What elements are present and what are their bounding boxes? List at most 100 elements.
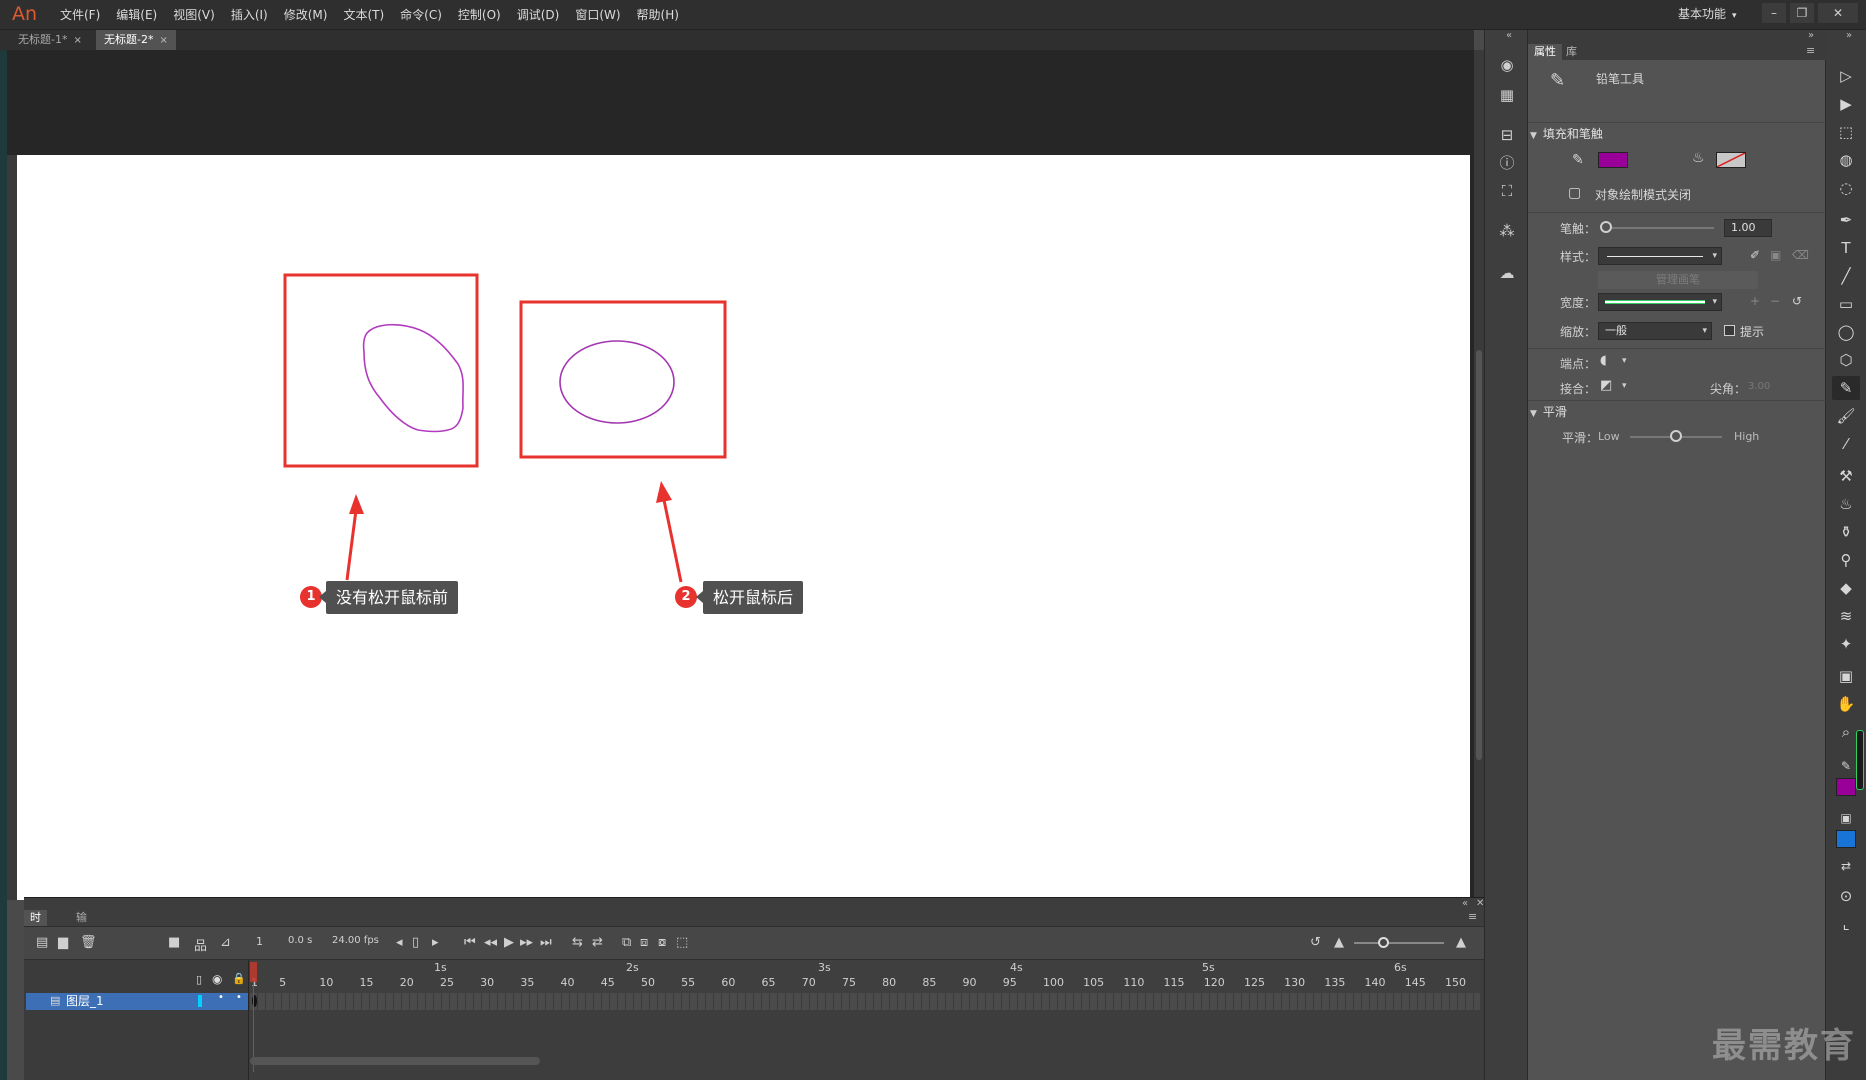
swap-colors-icon[interactable]: ⇄ <box>1832 854 1860 878</box>
center-frame-icon[interactable]: ⇄ <box>592 935 603 950</box>
visible-dot-icon[interactable]: • <box>218 992 224 1003</box>
paint-brush-tool-icon[interactable]: 🖌 <box>1832 404 1860 428</box>
selection-tool-icon[interactable]: ▷ <box>1832 64 1860 88</box>
manage-brush-button[interactable]: 管理画笔 <box>1598 271 1758 289</box>
transform-icon[interactable]: ⛶ <box>1494 180 1520 202</box>
new-layer-icon[interactable]: ▤ <box>36 935 48 950</box>
tab-library[interactable]: 库 <box>1560 44 1583 60</box>
text-tool-icon[interactable]: T <box>1832 236 1860 260</box>
fill-color-swatch[interactable] <box>1716 152 1746 168</box>
3d-rotation-tool-icon[interactable]: ◍ <box>1832 148 1860 172</box>
cap-round-icon[interactable]: ◖ <box>1600 353 1607 368</box>
reset-icon[interactable]: ↺ <box>1792 294 1802 308</box>
hint-checkbox[interactable] <box>1724 325 1735 336</box>
onion-skin-icon[interactable]: ⧉ <box>622 935 631 950</box>
components-icon[interactable]: ⁂ <box>1494 220 1520 242</box>
modify-markers-icon[interactable]: ⬚ <box>676 935 688 950</box>
play-icon[interactable]: ▶ <box>504 935 514 950</box>
polystar-tool-icon[interactable]: ⬡ <box>1832 348 1860 372</box>
lasso-tool-icon[interactable]: ◌ <box>1832 176 1860 200</box>
tool-stroke-color-swatch[interactable] <box>1836 778 1856 796</box>
add-width-icon[interactable]: + <box>1750 294 1760 308</box>
smooth-slider-knob[interactable] <box>1670 430 1682 442</box>
zoom-in-icon[interactable]: ▲ <box>1456 935 1466 950</box>
style-dropdown[interactable]: ▾ <box>1598 247 1722 265</box>
frame-cells[interactable] <box>250 993 1480 1010</box>
outline-toggle-icon[interactable]: ▯ <box>196 973 202 986</box>
tool-fill-color-swatch[interactable] <box>1836 830 1856 848</box>
hand-tool-icon[interactable]: ✋ <box>1832 692 1860 716</box>
pencil-tool-icon[interactable]: ✎ <box>1832 376 1860 400</box>
color-palette-icon[interactable]: ◉ <box>1494 54 1520 76</box>
go-to-first-icon[interactable]: ⏮ <box>464 935 476 950</box>
section-smooth[interactable]: ▼ 平滑 <box>1530 403 1567 420</box>
lock-icon[interactable]: 🔒 <box>232 972 246 985</box>
trash-icon[interactable]: ⌫ <box>1792 248 1809 262</box>
go-to-last-icon[interactable]: ⏭ <box>540 935 552 950</box>
ink-bottle-tool-icon[interactable]: ⚱ <box>1832 520 1860 544</box>
join-round-icon[interactable]: ◩ <box>1600 378 1612 393</box>
edit-stroke-icon[interactable]: ✐ <box>1750 248 1760 262</box>
collapse-icon[interactable]: « <box>1462 898 1468 909</box>
delete-layer-icon[interactable]: 🗑 <box>80 935 97 950</box>
snap-to-objects-icon[interactable]: ⊙ <box>1832 884 1860 908</box>
eye-icon[interactable]: ◉ <box>212 972 222 986</box>
width-profile-dropdown[interactable]: ▾ <box>1598 293 1722 311</box>
swatches-icon[interactable]: ▦ <box>1494 84 1520 106</box>
oval-tool-icon[interactable]: ◯ <box>1832 320 1860 344</box>
next-keyframe-icon[interactable]: ▸ <box>432 935 439 950</box>
object-draw-icon[interactable]: ▢ <box>1568 185 1581 201</box>
section-fill-stroke[interactable]: ▼ 填充和笔触 <box>1530 125 1603 142</box>
remove-width-icon[interactable]: − <box>1770 294 1780 308</box>
stroke-value-field[interactable]: 1.00 <box>1724 219 1772 237</box>
tab-output[interactable]: 输出 <box>70 910 93 940</box>
tab-properties[interactable]: 属性 <box>1528 44 1562 60</box>
chevron-down-icon[interactable]: ▾ <box>1622 356 1627 366</box>
edit-multiple-icon[interactable]: ⧇ <box>658 935 666 950</box>
chevron-down-icon[interactable]: ▾ <box>1622 381 1627 391</box>
stroke-slider-knob[interactable] <box>1600 221 1612 233</box>
lock-dot-icon[interactable]: • <box>236 992 242 1003</box>
info-icon[interactable]: ⓘ <box>1494 152 1520 174</box>
undo-icon[interactable]: ↺ <box>1310 935 1321 950</box>
line-tool-icon[interactable]: ╱ <box>1832 264 1860 288</box>
playhead[interactable] <box>250 962 257 982</box>
camera-tool-icon[interactable]: ▣ <box>1832 664 1860 688</box>
asset-warp-tool-icon[interactable]: ✦ <box>1832 632 1860 656</box>
keyframe-icon[interactable]: ▯ <box>412 935 419 950</box>
expand-icon[interactable]: » <box>1808 30 1814 41</box>
align-icon[interactable]: ⊟ <box>1494 124 1520 146</box>
bone-tool-icon[interactable]: ⚒ <box>1832 464 1860 488</box>
eyedropper-tool-icon[interactable]: ⚲ <box>1832 548 1860 572</box>
expand-icon[interactable]: » <box>1846 30 1852 41</box>
cc-libraries-icon[interactable]: ☁ <box>1494 262 1520 284</box>
brush-library-icon[interactable]: ▣ <box>1770 248 1781 262</box>
stroke-slider-track[interactable] <box>1606 227 1714 229</box>
zoom-out-icon[interactable]: ▲ <box>1334 935 1344 950</box>
free-transform-tool-icon[interactable]: ⬚ <box>1832 120 1860 144</box>
tab-timeline[interactable]: 时间轴 <box>24 910 47 956</box>
width-tool-icon[interactable]: ≋ <box>1832 604 1860 628</box>
rectangle-tool-icon[interactable]: ▭ <box>1832 292 1860 316</box>
layer-parenting-icon[interactable]: 品 <box>194 935 207 954</box>
pen-tool-icon[interactable]: ✒ <box>1832 208 1860 232</box>
current-time[interactable]: 0.0 s <box>288 935 312 946</box>
new-folder-icon[interactable]: ▆ <box>58 935 68 950</box>
tools-scroll-indicator[interactable] <box>1856 730 1864 790</box>
smooth-option-icon[interactable]: ⌞ <box>1832 912 1860 936</box>
graph-icon[interactable]: ⊿ <box>220 935 231 950</box>
miter-value[interactable]: 3.00 <box>1748 381 1770 392</box>
timeline-horizontal-scrollbar[interactable] <box>250 1057 540 1065</box>
timeline-zoom-knob[interactable] <box>1378 937 1389 948</box>
panel-menu-icon[interactable]: ≡ <box>1806 44 1815 57</box>
frame-rate[interactable]: 24.00 fps <box>332 935 379 946</box>
camera-icon[interactable]: ■ <box>168 935 180 950</box>
eraser-tool-icon[interactable]: ◆ <box>1832 576 1860 600</box>
collapse-icon[interactable]: « <box>1506 30 1512 41</box>
close-icon[interactable]: ✕ <box>1476 898 1484 909</box>
current-frame[interactable]: 1 <box>256 935 263 948</box>
brush-tool-icon[interactable]: ⁄ <box>1832 432 1860 456</box>
layer-name[interactable]: 图层_1 <box>66 993 104 1010</box>
timeline-zoom-track[interactable] <box>1354 942 1444 944</box>
scale-dropdown[interactable]: 一般 ▾ <box>1598 322 1712 340</box>
